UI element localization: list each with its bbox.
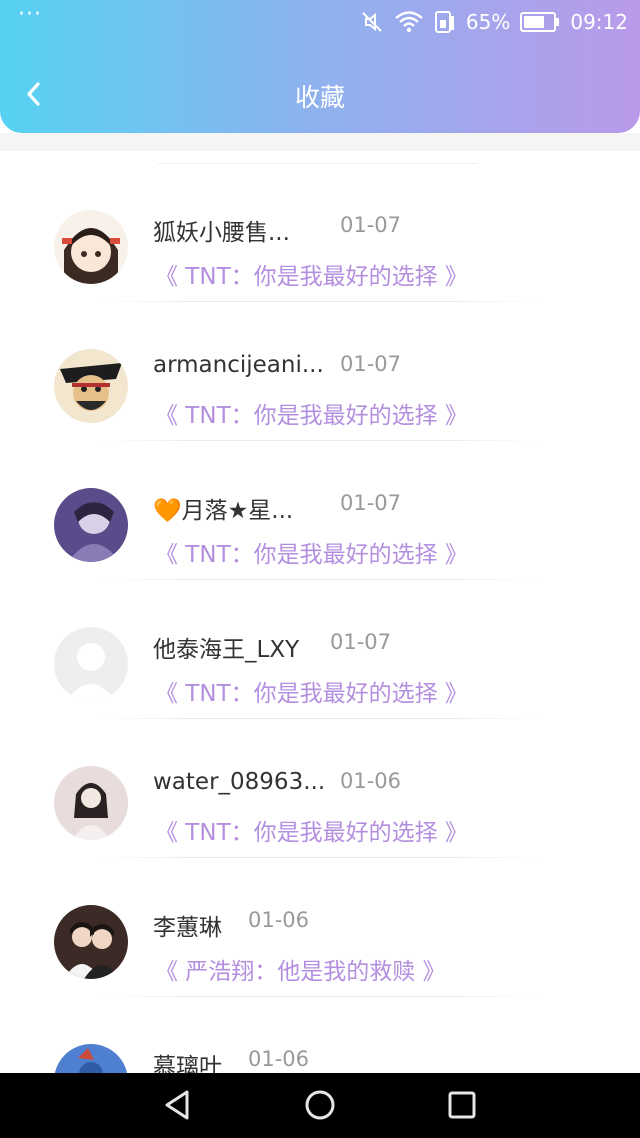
recents-nav-button[interactable] [442, 1087, 482, 1127]
sim-icon [434, 10, 456, 34]
item-book-title[interactable]: 《 TNT：你是我最好的选择 》 [155, 813, 468, 847]
divider [100, 857, 540, 858]
item-book-title[interactable]: 《 TNT：你是我最好的选择 》 [155, 535, 468, 569]
divider [100, 440, 540, 441]
status-icons: 65% 09:12 [360, 8, 628, 36]
item-username: 🧡月落★星... [153, 498, 294, 524]
status-time: 09:12 [570, 10, 628, 34]
item-date: 01-06 [340, 769, 402, 793]
favorites-list[interactable]: 狐妖小腰售... 01-07 《 TNT：你是我最好的选择 》 armancij… [0, 151, 640, 1073]
divider [100, 301, 540, 302]
item-username: 狐妖小腰售... [153, 220, 290, 246]
list-item[interactable]: 🧡月落★星... 01-07 《 TNT：你是我最好的选择 》 [0, 473, 640, 612]
page-title: 收藏 [294, 83, 345, 112]
back-nav-button[interactable] [158, 1087, 198, 1127]
item-username: 慕璃叶 [153, 1054, 222, 1073]
list-item[interactable]: armancijeani... 01-07 《 TNT：你是我最好的选择 》 [0, 334, 640, 473]
battery-icon [520, 11, 560, 33]
circle-home-icon [303, 1088, 337, 1126]
list-item[interactable]: water_08963... 01-06 《 TNT：你是我最好的选择 》 [0, 751, 640, 890]
avatar[interactable] [54, 1044, 128, 1073]
list-item[interactable]: 李蕙琳 01-06 《 严浩翔：他是我的救赎 》 [0, 890, 640, 1029]
header-bar: ··· 65% 09:12 收藏 [0, 0, 640, 133]
divider [100, 718, 540, 719]
item-date: 01-06 [248, 908, 310, 932]
system-nav-bar [0, 1073, 640, 1138]
item-username: armancijeani... [153, 352, 324, 378]
item-book-title[interactable]: 《 TNT：你是我最好的选择 》 [155, 674, 468, 708]
item-book-title[interactable]: 《 TNT：你是我最好的选择 》 [155, 396, 468, 430]
list-item[interactable]: 慕璃叶 01-06 [0, 1029, 640, 1073]
nav-bar: 收藏 [0, 66, 640, 126]
status-dots: ··· [18, 2, 42, 27]
item-date: 01-07 [340, 213, 402, 237]
item-date: 01-07 [340, 491, 402, 515]
mute-icon [360, 10, 384, 34]
avatar[interactable] [54, 488, 128, 562]
list-item[interactable]: 狐妖小腰售... 01-07 《 TNT：你是我最好的选择 》 [0, 195, 640, 334]
header-gap [0, 133, 640, 151]
divider [100, 996, 540, 997]
avatar[interactable] [54, 627, 128, 701]
item-book-title[interactable]: 《 严浩翔：他是我的救赎 》 [155, 952, 446, 986]
list-item[interactable]: 他泰海王_LXY 01-07 《 TNT：你是我最好的选择 》 [0, 612, 640, 751]
avatar[interactable] [54, 210, 128, 284]
item-username: 李蕙琳 [153, 915, 222, 941]
avatar[interactable] [54, 905, 128, 979]
home-nav-button[interactable] [300, 1087, 340, 1127]
wifi-icon [394, 10, 424, 34]
avatar[interactable] [54, 766, 128, 840]
avatar[interactable] [54, 349, 128, 423]
item-date: 01-07 [340, 352, 402, 376]
triangle-back-icon [161, 1088, 195, 1126]
item-username: 他泰海王_LXY [153, 637, 300, 663]
battery-percent: 65% [465, 10, 511, 34]
divider [100, 579, 540, 580]
divider [158, 163, 478, 164]
status-bar: ··· 65% 09:12 [0, 0, 640, 44]
item-book-title[interactable]: 《 TNT：你是我最好的选择 》 [155, 257, 468, 291]
item-date: 01-07 [330, 630, 392, 654]
item-date: 01-06 [248, 1047, 310, 1071]
square-recents-icon [445, 1088, 479, 1126]
item-username: water_08963... [153, 769, 326, 795]
